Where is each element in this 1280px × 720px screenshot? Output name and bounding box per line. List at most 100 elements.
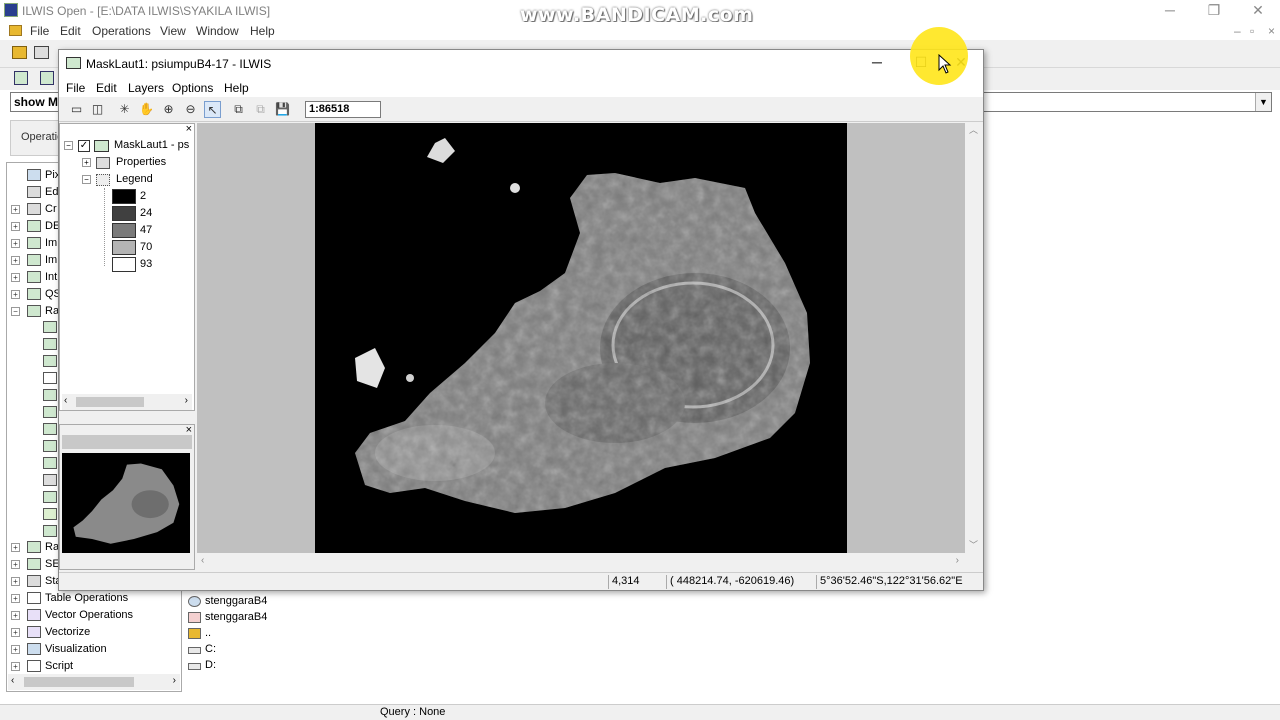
horizontal-scrollbar[interactable]: ‹ ›: [197, 553, 965, 570]
map-menu-edit[interactable]: Edit: [96, 81, 117, 95]
select-icon[interactable]: ↖: [204, 101, 221, 118]
raster-icon[interactable]: [40, 71, 54, 85]
entire-map-icon[interactable]: ▭: [68, 101, 85, 118]
menu-view[interactable]: View: [160, 24, 186, 38]
expand-icon[interactable]: +: [11, 594, 20, 603]
checkbox-icon[interactable]: ✓: [78, 140, 90, 152]
print-icon[interactable]: [34, 46, 49, 59]
grid-icon[interactable]: [43, 355, 57, 367]
horizontal-scrollbar[interactable]: ‹ ›: [62, 394, 192, 410]
grid-icon[interactable]: [43, 338, 57, 350]
scrollbar-thumb[interactable]: [24, 677, 134, 687]
grid-icon[interactable]: [43, 525, 57, 537]
expand-icon[interactable]: +: [11, 560, 20, 569]
horizontal-scrollbar[interactable]: ‹ ›: [8, 674, 180, 690]
grid-icon[interactable]: [43, 491, 57, 503]
georef-icon: [188, 612, 201, 623]
add-layer-icon[interactable]: ⧉: [230, 101, 247, 118]
legend-value: 2: [140, 190, 147, 202]
pan-icon[interactable]: ✋: [138, 101, 155, 118]
remove-layer-icon[interactable]: ⧉: [252, 101, 269, 118]
graph-icon: [27, 203, 41, 215]
open-icon[interactable]: [12, 46, 27, 59]
vertical-scrollbar[interactable]: ︿ ﹀: [965, 123, 982, 553]
expand-icon[interactable]: +: [11, 662, 20, 671]
mdi-restore-button[interactable]: ▫: [1250, 24, 1254, 38]
close-icon[interactable]: ×: [186, 123, 192, 135]
overview-pane[interactable]: ×: [59, 424, 195, 570]
menu-edit[interactable]: Edit: [60, 24, 81, 38]
chevron-down-icon[interactable]: ▼: [1255, 93, 1271, 111]
zoom-in-icon[interactable]: ⊕: [160, 101, 177, 118]
tree-item[interactable]: + Visualization: [7, 641, 182, 658]
expand-icon[interactable]: +: [11, 611, 20, 620]
ilwis-app-icon: [4, 3, 18, 17]
restore-button[interactable]: ❐: [1192, 0, 1236, 22]
expand-icon[interactable]: +: [11, 645, 20, 654]
mdi-minimize-button[interactable]: –: [1234, 24, 1241, 38]
table-icon[interactable]: [43, 372, 57, 384]
expand-icon[interactable]: +: [11, 205, 20, 214]
close-button[interactable]: ✕: [1236, 0, 1280, 22]
raster-map-image[interactable]: [315, 123, 847, 553]
visualization-icon: [27, 643, 41, 655]
map-menu-layers[interactable]: Layers: [128, 81, 164, 95]
map-window-title-bar[interactable]: MaskLaut1: psiumpuB4-17 - ILWIS ─ ☐ ✕: [59, 50, 983, 77]
redraw-icon[interactable]: ◫: [89, 101, 106, 118]
expand-icon[interactable]: +: [11, 273, 20, 282]
scale-input[interactable]: 1:86518: [305, 101, 381, 118]
legend-icon: [96, 174, 110, 186]
menu-help[interactable]: Help: [250, 24, 275, 38]
map-menu-file[interactable]: File: [66, 81, 85, 95]
map-menu-help[interactable]: Help: [224, 81, 249, 95]
collapse-icon[interactable]: −: [11, 307, 20, 316]
collapse-icon[interactable]: −: [64, 141, 73, 150]
map-menu-options[interactable]: Options: [172, 81, 213, 95]
tree-item[interactable]: + Vectorize: [7, 624, 182, 641]
map-view[interactable]: [197, 123, 965, 553]
scrollbar-thumb[interactable]: [76, 397, 144, 407]
mdi-close-button[interactable]: ×: [1268, 24, 1275, 38]
grid-icon[interactable]: [43, 457, 57, 469]
grid-icon[interactable]: [43, 406, 57, 418]
expand-icon[interactable]: +: [11, 577, 20, 586]
tree-item[interactable]: + Vector Operations: [7, 607, 182, 624]
overview-map[interactable]: [62, 453, 190, 553]
stats-icon: [27, 575, 41, 587]
island-image: [355, 138, 810, 513]
grid-icon: [27, 220, 41, 232]
map-icon[interactable]: [14, 71, 28, 85]
folder-icon[interactable]: [9, 25, 22, 36]
expand-icon[interactable]: +: [11, 256, 20, 265]
grid-icon[interactable]: [43, 389, 57, 401]
tree-item[interactable]: + Table Operations: [7, 590, 182, 607]
menu-operations[interactable]: Operations: [92, 24, 151, 38]
tree-item[interactable]: + Script: [7, 658, 182, 675]
expand-icon[interactable]: +: [82, 158, 91, 167]
grid-icon[interactable]: [43, 321, 57, 333]
expand-icon[interactable]: +: [11, 628, 20, 637]
mouse-cursor-icon: [938, 54, 952, 74]
normal-icon[interactable]: ✳: [116, 101, 133, 118]
expand-icon[interactable]: +: [11, 543, 20, 552]
collapse-icon[interactable]: −: [82, 175, 91, 184]
menu-window[interactable]: Window: [196, 24, 239, 38]
map-window[interactable]: MaskLaut1: psiumpuB4-17 - ILWIS ─ ☐ ✕ Fi…: [58, 49, 984, 591]
app-title: ILWIS Open - [E:\DATA ILWIS\SYAKILA ILWI…: [22, 4, 271, 18]
save-icon[interactable]: 💾: [274, 101, 291, 118]
expand-icon[interactable]: +: [11, 239, 20, 248]
map-window-title: MaskLaut1: psiumpuB4-17 - ILWIS: [86, 57, 272, 71]
expand-icon[interactable]: +: [11, 222, 20, 231]
info-icon: [27, 169, 41, 181]
zoom-out-icon[interactable]: ⊖: [182, 101, 199, 118]
minimize-button[interactable]: ─: [1148, 0, 1192, 22]
map-minimize-button[interactable]: ─: [855, 52, 899, 74]
grid-icon[interactable]: [43, 423, 57, 435]
layer-management-pane[interactable]: × − ✓ MaskLaut1 - ps + Properties − Lege…: [59, 123, 195, 411]
map-window-icon: [66, 57, 81, 69]
expand-icon[interactable]: +: [11, 290, 20, 299]
grid-icon[interactable]: [43, 440, 57, 452]
menu-file[interactable]: File: [30, 24, 49, 38]
tree-icon[interactable]: [43, 508, 57, 520]
layers-icon[interactable]: [43, 474, 57, 486]
